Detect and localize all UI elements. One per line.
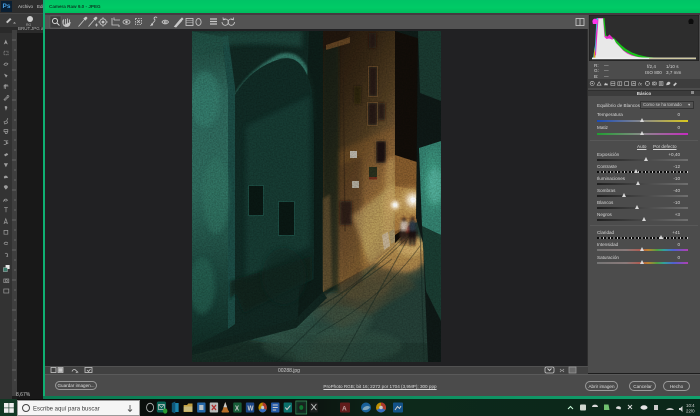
svg-text:22/0: 22/0 [686, 409, 695, 414]
svg-text:fx: fx [638, 81, 642, 86]
svg-text:10:4: 10:4 [686, 403, 695, 408]
svg-text:Escribe aquí para buscar: Escribe aquí para buscar [33, 407, 100, 413]
svg-text:RG: RG [26, 23, 32, 27]
